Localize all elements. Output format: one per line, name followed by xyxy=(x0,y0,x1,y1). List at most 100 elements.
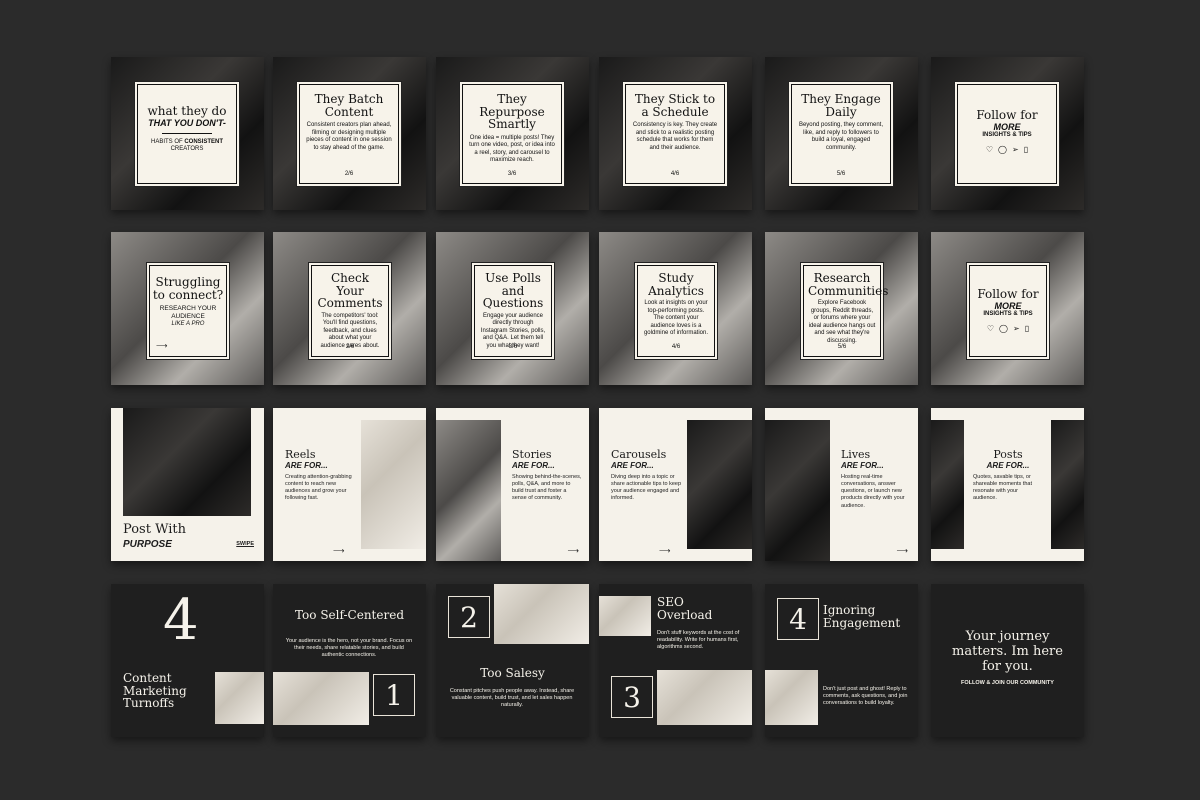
photo-woman-laptop xyxy=(123,408,251,516)
slide-emphasis: ARE FOR... xyxy=(841,461,884,470)
slide-subtitle: HABITS OF CONSISTENT CREATORS xyxy=(150,138,223,153)
slide-title: They Stick to a Schedule xyxy=(634,92,716,119)
arrow-icon: ⟶ xyxy=(333,546,345,555)
slide-1-2[interactable]: They Batch Content Consistent creators p… xyxy=(273,57,426,210)
slide-2-2[interactable]: Check Your Comments The competitors' too… xyxy=(273,232,426,385)
slide-emphasis: ARE FOR... xyxy=(611,461,654,470)
slide-emphasis: PURPOSE xyxy=(123,539,172,550)
slide-title: Struggling to connect? xyxy=(152,275,224,302)
slide-1-3[interactable]: They Repurpose Smartly One idea = multip… xyxy=(436,57,589,210)
slide-1-4[interactable]: They Stick to a Schedule Consistency is … xyxy=(599,57,752,210)
social-icons: ♡ ◯ ➢ ▯ xyxy=(970,324,1046,333)
number-box: 1 xyxy=(373,674,415,716)
slide-title: Follow for xyxy=(977,287,1039,301)
slide-body: Explore Facebook groups, Reddit threads,… xyxy=(808,300,876,344)
slide-title: Check Your Comments xyxy=(317,271,383,311)
slide-2-1[interactable]: Struggling to connect? RESEARCH YOUR AUD… xyxy=(111,232,264,385)
slide-4-3[interactable]: 2 Too Salesy Constant pitches push peopl… xyxy=(436,584,589,737)
slide-body: Consistent creators plan ahead, filming … xyxy=(306,122,392,151)
slide-card: They Repurpose Smartly One idea = multip… xyxy=(462,84,562,184)
slide-emphasis: ARE FOR... xyxy=(986,461,1030,470)
photo-coffee xyxy=(657,670,752,725)
heart-icon[interactable]: ♡ xyxy=(986,145,993,154)
slide-title: Carousels xyxy=(611,448,667,461)
photo-desk-writing xyxy=(494,584,589,644)
page-number: 5/6 xyxy=(836,171,846,177)
slide-title: Study Analytics xyxy=(648,271,704,298)
bookmark-icon[interactable]: ▯ xyxy=(1024,145,1028,154)
slide-4-5[interactable]: 4 Ignoring Engagement Don't just post an… xyxy=(765,584,918,737)
slide-title: Stories xyxy=(512,448,552,461)
slide-emphasis: ARE FOR... xyxy=(285,461,328,470)
slide-title: Research Communities xyxy=(808,271,889,298)
photo-camera xyxy=(687,420,752,549)
slide-subtitle: FOLLOW & JOIN OUR COMMUNITY xyxy=(961,680,1054,686)
slide-title: Too Self-Centered xyxy=(294,608,405,622)
slide-1-6[interactable]: Follow for MORE INSIGHTS & TIPS ♡ ◯ ➢ ▯ xyxy=(931,57,1084,210)
arrow-icon: ⟶ xyxy=(567,546,579,555)
slide-2-3[interactable]: Use Polls and Questions Engage your audi… xyxy=(436,232,589,385)
slide-emphasis: LIKE A PRO xyxy=(171,321,205,328)
slide-title: what they do xyxy=(147,104,227,118)
slide-body: Quotes, savable tips, or shareable momen… xyxy=(973,474,1033,502)
slide-title: They Engage Daily xyxy=(801,92,881,119)
number-box: 2 xyxy=(448,596,490,638)
comment-icon[interactable]: ◯ xyxy=(998,145,1007,154)
slide-card: what they do THAT YOU DON'T- HABITS OF C… xyxy=(137,84,237,184)
slide-4-6[interactable]: Your journey matters. Im here for you. F… xyxy=(931,584,1084,737)
slide-card: Research Communities Explore Facebook gr… xyxy=(803,265,889,357)
slide-subtitle: INSIGHTS & TIPS xyxy=(983,310,1033,317)
page-number: 2/6 xyxy=(345,344,355,350)
slide-body: One idea = multiple posts! They turn one… xyxy=(469,134,555,164)
slide-card: Follow for MORE INSIGHTS & TIPS ♡ ◯ ➢ ▯ xyxy=(957,84,1057,184)
photo-bag xyxy=(215,672,264,724)
heart-icon[interactable]: ♡ xyxy=(987,324,994,333)
slide-title: Posts xyxy=(993,448,1023,461)
slide-3-4[interactable]: Carousels ARE FOR... Diving deep into a … xyxy=(599,408,752,561)
slide-subtitle: INSIGHTS & TIPS xyxy=(982,131,1032,138)
slide-body: Don't just post and ghost! Reply to comm… xyxy=(823,686,908,707)
arrow-icon: ⟶ xyxy=(156,341,168,350)
slide-3-2[interactable]: Reels ARE FOR... Creating attention-grab… xyxy=(273,408,426,561)
slide-2-6[interactable]: Follow for MORE INSIGHTS & TIPS ♡ ◯ ➢ ▯ xyxy=(931,232,1084,385)
swipe-label[interactable]: SWIPE xyxy=(236,541,254,548)
slide-title: SEO Overload xyxy=(657,595,713,622)
slide-subtitle: RESEARCH YOUR AUDIENCE xyxy=(159,305,217,321)
social-icons: ♡ ◯ ➢ ▯ xyxy=(958,145,1056,154)
slide-title: Lives xyxy=(841,448,871,461)
slide-1-5[interactable]: They Engage Daily Beyond posting, they c… xyxy=(765,57,918,210)
slide-card: Study Analytics Look at insights on your… xyxy=(637,265,715,357)
slide-body: Look at insights on your top-performing … xyxy=(643,300,709,337)
slide-title: They Repurpose Smartly xyxy=(479,92,545,132)
slide-3-6[interactable]: Posts ARE FOR... Quotes, savable tips, o… xyxy=(931,408,1084,561)
slide-1-1[interactable]: what they do THAT YOU DON'T- HABITS OF C… xyxy=(111,57,264,210)
slide-3-5[interactable]: Lives ARE FOR... Hosting real-time conve… xyxy=(765,408,918,561)
page-number: 3/6 xyxy=(508,344,518,350)
send-icon[interactable]: ➢ xyxy=(1012,145,1019,154)
photo-desk xyxy=(765,420,830,561)
send-icon[interactable]: ➢ xyxy=(1013,324,1020,333)
slide-card: Use Polls and Questions Engage your audi… xyxy=(474,265,552,357)
slide-4-2[interactable]: Too Self-Centered Your audience is the h… xyxy=(273,584,426,737)
photo-bag xyxy=(273,672,369,725)
slide-card: Struggling to connect? RESEARCH YOUR AUD… xyxy=(149,265,227,357)
slide-2-4[interactable]: Study Analytics Look at insights on your… xyxy=(599,232,752,385)
arrow-icon: ⟶ xyxy=(896,546,908,555)
slide-emphasis: THAT YOU DON'T- xyxy=(148,117,226,128)
slide-2-5[interactable]: Research Communities Explore Facebook gr… xyxy=(765,232,918,385)
slide-title: Too Salesy xyxy=(480,666,545,680)
slide-title: Your journey matters. Im here for you. xyxy=(952,629,1063,674)
photo-portrait-right xyxy=(1051,420,1084,549)
slide-4-4[interactable]: SEO Overload Don't stuff keywords at the… xyxy=(599,584,752,737)
big-number: 4 xyxy=(163,588,199,653)
comment-icon[interactable]: ◯ xyxy=(999,324,1008,333)
slide-3-3[interactable]: Stories ARE FOR... Showing behind-the-sc… xyxy=(436,408,589,561)
photo-table xyxy=(361,420,426,549)
slide-body: Your audience is the hero, not your bran… xyxy=(285,638,413,659)
slide-3-1[interactable]: Post With PURPOSE SWIPE xyxy=(111,408,264,561)
bookmark-icon[interactable]: ▯ xyxy=(1025,324,1029,333)
slide-title: Reels xyxy=(285,448,316,461)
page-number: 5/6 xyxy=(837,344,847,350)
slide-body: Creating attention-grabbing content to r… xyxy=(285,474,352,502)
slide-4-1[interactable]: 4 Content Marketing Turnoffs xyxy=(111,584,264,737)
